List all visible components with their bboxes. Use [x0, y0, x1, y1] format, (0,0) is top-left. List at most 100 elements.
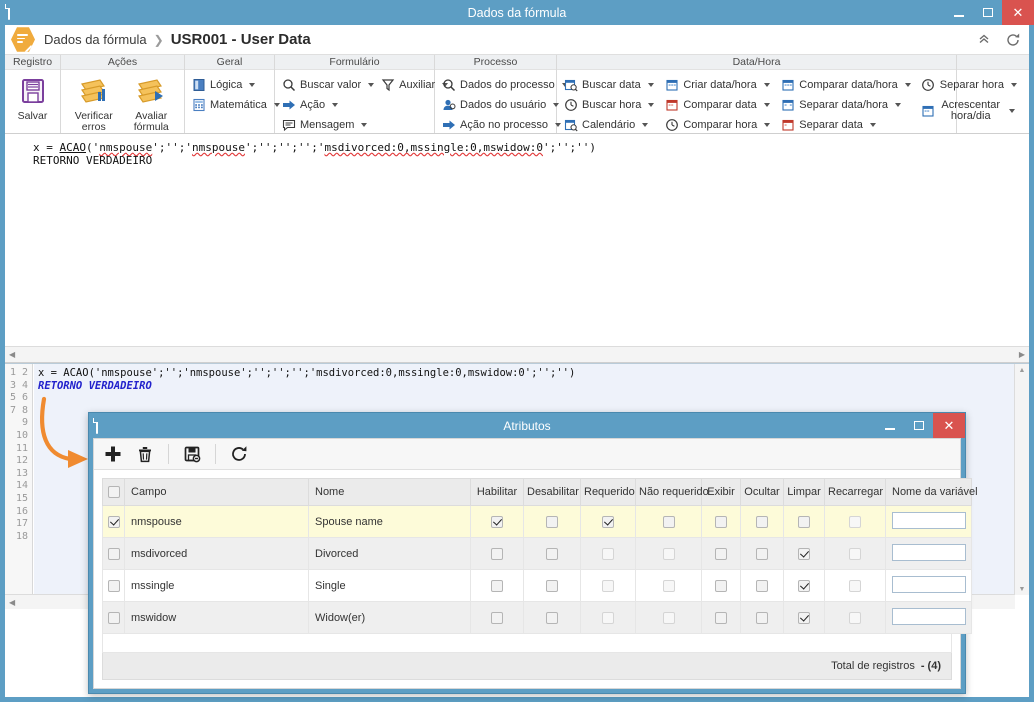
delete-icon[interactable]: [134, 443, 156, 465]
editor-horizontal-scrollbar[interactable]: ◀ ▶: [5, 346, 1029, 362]
cell-limpar[interactable]: [783, 569, 825, 602]
row-select-checkbox[interactable]: [107, 611, 120, 624]
nao-requerido-checkbox[interactable]: [662, 611, 675, 624]
requerido-checkbox[interactable]: [602, 611, 614, 624]
cell-ocultar[interactable]: [740, 601, 784, 634]
menu-item-buscar-hora[interactable]: Buscar hora: [563, 96, 655, 113]
chevron-down-icon[interactable]: [332, 102, 339, 107]
dialog-close-button[interactable]: ✕: [933, 413, 965, 438]
column-header-nao-requerido[interactable]: Não requerido: [635, 478, 709, 506]
cell-ocultar[interactable]: [740, 569, 784, 602]
cell-nao-requerido[interactable]: [635, 537, 702, 570]
cell-habilitar[interactable]: [470, 505, 524, 538]
menu-item-dados-do-processo[interactable]: Dados do processo: [441, 76, 568, 93]
scroll-up-icon[interactable]: ▲: [1015, 364, 1029, 376]
cell-recarregar[interactable]: [824, 601, 886, 634]
chevron-down-icon[interactable]: [764, 122, 771, 127]
table-row[interactable]: mswidow Widow(er): [102, 601, 972, 634]
chevron-down-icon[interactable]: [642, 122, 649, 127]
menu-item-matematica[interactable]: Matemática: [191, 96, 280, 113]
desabilitar-checkbox[interactable]: [546, 611, 558, 624]
scroll-right-icon[interactable]: ▶: [1015, 350, 1029, 359]
cell-recarregar[interactable]: [824, 505, 886, 538]
nao-requerido-checkbox[interactable]: [662, 547, 675, 560]
cell-ocultar[interactable]: [740, 505, 784, 538]
row-select-cell[interactable]: [102, 537, 125, 570]
breadcrumb-parent[interactable]: Dados da fórmula: [44, 32, 147, 47]
check-errors-button[interactable]: Verificar erros: [67, 74, 121, 133]
cell-habilitar[interactable]: [470, 569, 524, 602]
cell-recarregar[interactable]: [824, 537, 886, 570]
ocultar-checkbox[interactable]: [756, 579, 768, 592]
column-header-limpar[interactable]: Limpar: [783, 478, 825, 506]
chevron-down-icon[interactable]: [647, 82, 654, 87]
exibir-checkbox[interactable]: [715, 547, 727, 560]
desabilitar-checkbox[interactable]: [546, 515, 558, 528]
variable-name-input[interactable]: [891, 511, 966, 529]
cell-exibir[interactable]: [701, 569, 741, 602]
chevron-down-icon[interactable]: [361, 122, 368, 127]
menu-item-calendario[interactable]: Calendário: [563, 116, 654, 133]
chevron-down-icon[interactable]: [763, 82, 770, 87]
dialog-maximize-button[interactable]: [904, 413, 933, 438]
row-select-checkbox[interactable]: [107, 515, 120, 528]
chevron-down-icon[interactable]: [249, 82, 256, 87]
save-icon[interactable]: [181, 443, 203, 465]
cell-desabilitar[interactable]: [523, 601, 581, 634]
cell-nao-requerido[interactable]: [635, 569, 702, 602]
cell-exibir[interactable]: [701, 601, 741, 634]
column-header-requerido[interactable]: Requerido: [580, 478, 636, 506]
row-select-checkbox[interactable]: [107, 579, 120, 592]
recarregar-checkbox[interactable]: [849, 515, 861, 528]
cell-nao-requerido[interactable]: [635, 601, 702, 634]
recarregar-checkbox[interactable]: [849, 611, 861, 624]
cell-exibir[interactable]: [701, 505, 741, 538]
menu-item-comparar-data-hora[interactable]: Comparar data/hora: [780, 76, 911, 93]
column-header-exibir[interactable]: Exibir: [701, 478, 741, 506]
evaluate-formula-button[interactable]: Avaliar fórmula: [125, 74, 179, 133]
menu-item-comparar-data[interactable]: Comparar data: [664, 96, 770, 113]
cell-desabilitar[interactable]: [523, 569, 581, 602]
chevron-down-icon[interactable]: [648, 102, 655, 107]
menu-item-buscar-data[interactable]: Buscar data: [563, 76, 654, 93]
cell-limpar[interactable]: [783, 537, 825, 570]
cell-requerido[interactable]: [580, 601, 636, 634]
dialog-minimize-button[interactable]: [875, 413, 904, 438]
limpar-checkbox[interactable]: [798, 547, 810, 560]
column-header-desabilitar[interactable]: Desabilitar: [523, 478, 581, 506]
cell-requerido[interactable]: [580, 569, 636, 602]
select-all-checkbox[interactable]: [107, 486, 120, 499]
habilitar-checkbox[interactable]: [491, 611, 503, 624]
chevron-down-icon[interactable]: [904, 82, 911, 87]
column-header-ocultar[interactable]: Ocultar: [740, 478, 784, 506]
cell-desabilitar[interactable]: [523, 505, 581, 538]
chevron-up-icon[interactable]: [977, 32, 991, 48]
table-row[interactable]: nmspouse Spouse name: [102, 505, 972, 538]
desabilitar-checkbox[interactable]: [546, 547, 558, 560]
row-select-cell[interactable]: [102, 505, 125, 538]
cell-requerido[interactable]: [580, 537, 636, 570]
cell-exibir[interactable]: [701, 537, 741, 570]
cell-ocultar[interactable]: [740, 537, 784, 570]
chevron-down-icon[interactable]: [869, 122, 876, 127]
chevron-down-icon[interactable]: [368, 82, 375, 87]
scroll-left-icon[interactable]: ◀: [5, 350, 19, 359]
row-select-checkbox[interactable]: [107, 547, 120, 560]
limpar-checkbox[interactable]: [798, 515, 810, 528]
cell-variavel[interactable]: [885, 537, 972, 570]
requerido-checkbox[interactable]: [602, 547, 614, 560]
refresh-icon[interactable]: [1005, 32, 1021, 48]
menu-item-criar-data-hora[interactable]: Criar data/hora: [664, 76, 770, 93]
recarregar-checkbox[interactable]: [849, 547, 861, 560]
chevron-down-icon[interactable]: [763, 102, 770, 107]
column-header-nome[interactable]: Nome: [308, 478, 471, 506]
table-row[interactable]: mssingle Single: [102, 569, 972, 602]
column-header-recarregar[interactable]: Recarregar: [824, 478, 886, 506]
window-minimize-button[interactable]: [944, 0, 973, 25]
habilitar-checkbox[interactable]: [491, 515, 503, 528]
cell-limpar[interactable]: [783, 505, 825, 538]
menu-item-comparar-hora[interactable]: Comparar hora: [664, 116, 771, 133]
exibir-checkbox[interactable]: [715, 515, 727, 528]
select-all-header[interactable]: [102, 478, 125, 506]
menu-item-logica[interactable]: Lógica: [191, 76, 280, 93]
